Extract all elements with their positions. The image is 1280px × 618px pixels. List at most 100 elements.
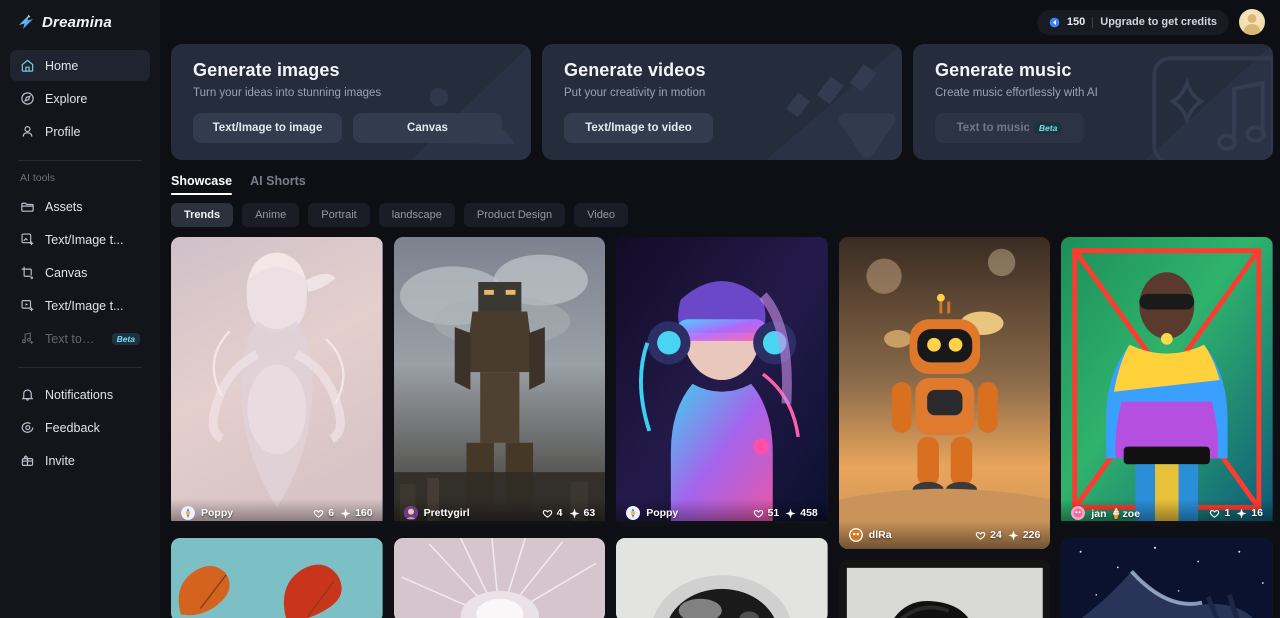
chip-video[interactable]: Video xyxy=(574,203,629,227)
gallery-card[interactable] xyxy=(1061,538,1273,618)
brand-logo[interactable]: Dreamina xyxy=(10,0,150,44)
crystal-woman-artwork xyxy=(171,237,383,522)
gallery-card[interactable] xyxy=(393,538,606,618)
text-to-music-button[interactable]: Text to music Beta xyxy=(935,113,1084,143)
heart-icon xyxy=(313,508,324,519)
spark-stat[interactable]: 458 xyxy=(785,507,818,519)
sidebar-item-text-to-music[interactable]: Text to music Beta xyxy=(10,323,150,354)
hero-button-group: Text to music Beta xyxy=(935,113,1273,143)
upgrade-link[interactable]: Upgrade to get credits xyxy=(1100,16,1217,28)
hero-subtitle: Turn your ideas into stunning images xyxy=(193,87,382,99)
spark-stat[interactable]: 160 xyxy=(340,507,373,519)
sidebar-label: Text to music xyxy=(45,331,98,346)
gallery-column: jan 🍦zoe 1 16 xyxy=(1061,237,1273,618)
author-name[interactable]: jan 🍦zoe xyxy=(1091,507,1203,520)
sidebar-divider xyxy=(18,160,142,161)
sidebar-item-assets[interactable]: Assets xyxy=(10,191,150,222)
card-meta: Poppy 6 160 xyxy=(171,499,383,527)
cyber-girl-artwork xyxy=(616,237,828,522)
canvas-crop-icon xyxy=(20,265,35,280)
chat-icon xyxy=(20,420,35,435)
sidebar-label: Home xyxy=(45,58,79,73)
text-image-to-video-button[interactable]: Text/Image to video xyxy=(564,113,713,143)
like-stat[interactable]: 24 xyxy=(975,529,1002,541)
sidebar-item-explore[interactable]: Explore xyxy=(10,83,150,114)
user-avatar[interactable] xyxy=(1239,9,1265,35)
sparkle-icon xyxy=(1008,530,1019,541)
canvas-button[interactable]: Canvas xyxy=(353,113,502,143)
tab-ai-shorts[interactable]: AI Shorts xyxy=(250,174,306,195)
gallery-card[interactable]: dlRa 24 226 xyxy=(838,237,1051,549)
author-name[interactable]: Prettygirl xyxy=(424,507,536,519)
author-name[interactable]: Poppy xyxy=(646,507,746,519)
chip-landscape[interactable]: landscape xyxy=(378,203,455,227)
chip-trends[interactable]: Trends xyxy=(171,203,234,227)
sidebar-label: Text/Image t... xyxy=(45,232,124,247)
sidebar-item-canvas[interactable]: Canvas xyxy=(10,257,150,288)
like-stat[interactable]: 51 xyxy=(753,507,780,519)
divider xyxy=(1092,16,1094,28)
video-plus-icon xyxy=(20,298,35,313)
spark-stat[interactable]: 16 xyxy=(1236,507,1263,519)
sidebar-section-label: AI tools xyxy=(20,172,56,184)
avatar xyxy=(1071,506,1086,520)
spark-count: 63 xyxy=(583,507,596,519)
sidebar-item-profile[interactable]: Profile xyxy=(10,116,150,147)
chip-portrait[interactable]: Portrait xyxy=(308,203,370,227)
neon-fashion-artwork xyxy=(1061,237,1273,522)
avatar xyxy=(848,528,863,542)
glass-burst-artwork xyxy=(393,538,606,618)
night-creature-artwork xyxy=(1061,538,1273,618)
compass-icon xyxy=(20,91,35,106)
gallery-card[interactable]: jan 🍦zoe 1 16 xyxy=(1061,237,1273,527)
card-meta: dlRa 24 226 xyxy=(838,521,1051,549)
heart-icon xyxy=(1209,508,1220,519)
tab-showcase[interactable]: Showcase xyxy=(171,174,233,195)
gallery-card[interactable] xyxy=(616,538,828,618)
gallery-card[interactable] xyxy=(171,538,383,618)
gallery-card[interactable]: Poppy 51 458 xyxy=(616,237,828,527)
hero-card-generate-videos: Generate videos Put your creativity in m… xyxy=(542,44,902,160)
gallery-card[interactable]: Prettygirl 4 63 xyxy=(393,237,606,527)
brand-name: Dreamina xyxy=(42,13,112,31)
hero-subtitle: Create music effortlessly with AI xyxy=(935,87,1098,99)
sidebar-item-feedback[interactable]: Feedback xyxy=(10,412,150,443)
like-stat[interactable]: 6 xyxy=(313,507,334,519)
gallery-card[interactable]: Poppy 6 160 xyxy=(171,237,383,527)
sidebar-item-home[interactable]: Home xyxy=(10,50,150,81)
sidebar-label: Canvas xyxy=(45,265,88,280)
sidebar-label: Feedback xyxy=(45,420,100,435)
avatar xyxy=(626,506,641,520)
sidebar-label: Explore xyxy=(45,91,88,106)
chip-product-design[interactable]: Product Design xyxy=(463,203,566,227)
sidebar-item-text-image-to-image[interactable]: Text/Image t... xyxy=(10,224,150,255)
sidebar-item-notifications[interactable]: Notifications xyxy=(10,379,150,410)
gallery-column: Poppy 6 160 xyxy=(171,237,383,618)
author-name[interactable]: Poppy xyxy=(201,507,307,519)
image-plus-icon xyxy=(20,232,35,247)
chip-anime[interactable]: Anime xyxy=(242,203,300,227)
spark-count: 160 xyxy=(355,507,373,519)
spark-stat[interactable]: 226 xyxy=(1008,529,1040,541)
like-stat[interactable]: 4 xyxy=(542,507,563,519)
like-stat[interactable]: 1 xyxy=(1209,507,1230,519)
card-meta: Poppy 51 458 xyxy=(616,499,828,527)
like-count: 4 xyxy=(556,507,563,519)
hero-title: Generate videos xyxy=(564,60,706,80)
sparkle-icon xyxy=(569,508,580,519)
gallery-card[interactable] xyxy=(838,560,1051,618)
hero-subtitle: Put your creativity in motion xyxy=(564,87,706,99)
sidebar-item-invite[interactable]: Invite xyxy=(10,445,150,476)
credits-amount: 150 xyxy=(1066,16,1086,28)
sidebar-item-text-image-to-video[interactable]: Text/Image t... xyxy=(10,290,150,321)
main-content: 150 Upgrade to get credits Generate imag… xyxy=(160,0,1280,618)
card-meta: jan 🍦zoe 1 16 xyxy=(1061,499,1273,527)
author-name[interactable]: dlRa xyxy=(869,529,969,541)
autumn-leaves-artwork xyxy=(171,538,383,618)
text-image-to-image-button[interactable]: Text/Image to image xyxy=(193,113,342,143)
credits-pill[interactable]: 150 Upgrade to get credits xyxy=(1036,9,1229,35)
like-count: 51 xyxy=(767,507,780,519)
gallery-column: Prettygirl 4 63 xyxy=(393,237,606,618)
spark-stat[interactable]: 63 xyxy=(569,507,596,519)
hero-card-generate-images: Generate images Turn your ideas into stu… xyxy=(171,44,531,160)
